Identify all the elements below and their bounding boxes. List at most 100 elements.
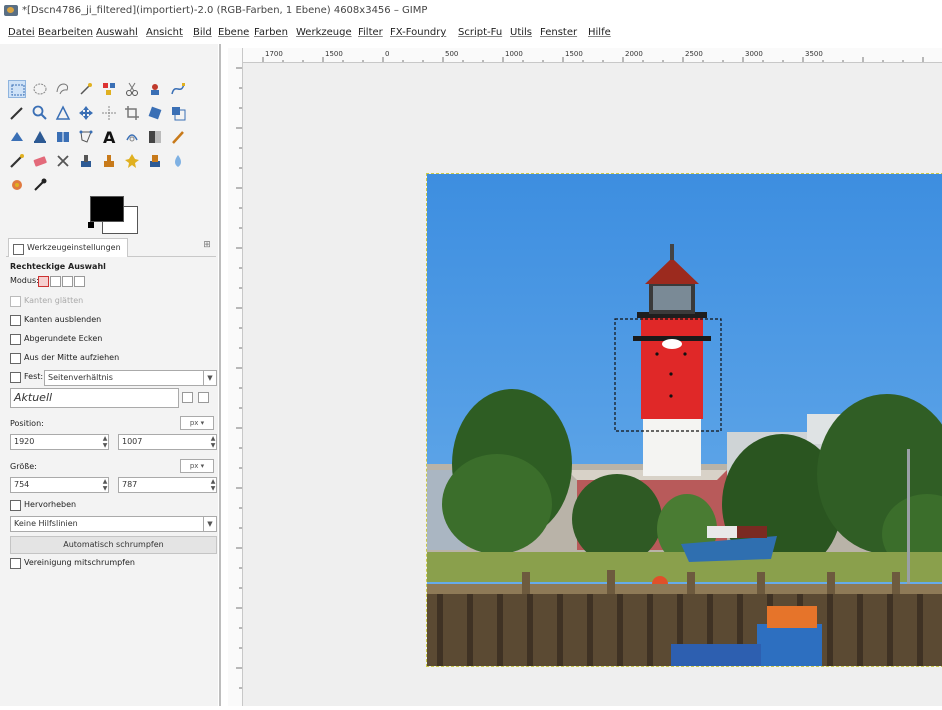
image-canvas[interactable] [243, 63, 942, 706]
fixed-mode-value: Seitenverhältnis [48, 373, 113, 382]
fuzzy-select-icon[interactable] [77, 80, 95, 98]
shrink-merged-checkbox[interactable] [10, 558, 21, 569]
bucket-fill-icon[interactable] [8, 128, 26, 146]
rotate-icon[interactable] [146, 104, 164, 122]
position-y-value: 1007 [122, 437, 143, 446]
align-icon[interactable] [100, 104, 118, 122]
warp-icon[interactable] [123, 128, 141, 146]
spin-arrows-icon[interactable]: ▲ ▼ [210, 435, 216, 449]
pencil-icon[interactable] [8, 104, 26, 122]
toolbox-panel: A Werkzeugeinstellungen ⊞ Rechteckige Au… [0, 44, 218, 706]
menu-datei[interactable]: Datei [8, 24, 35, 42]
menu-ebene[interactable]: Ebene [218, 24, 249, 42]
gradient-icon[interactable] [31, 128, 49, 146]
rounded-corners-checkbox[interactable] [10, 334, 21, 345]
position-unit-select[interactable]: px ▾ [180, 416, 214, 430]
highlight-label: Hervorheben [24, 500, 77, 509]
menu-ansicht[interactable]: Ansicht [146, 24, 183, 42]
airbrush-icon[interactable] [8, 152, 26, 170]
fg-bg-colors[interactable] [88, 194, 138, 234]
size-width-input[interactable]: 754 ▲ ▼ [10, 477, 109, 493]
chevron-down-icon: ▼ [203, 371, 216, 385]
paintbrush-icon[interactable] [169, 128, 187, 146]
feather-checkbox[interactable] [10, 315, 21, 326]
ruler-tick-label: 2500 [685, 50, 703, 58]
gimp-app-icon [4, 5, 18, 16]
guides-select[interactable]: Keine Hilfslinien ▼ [10, 516, 217, 532]
zoom-icon[interactable] [31, 104, 49, 122]
title-bar: *[Dscn4786_ji_filtered](importiert)-2.0 … [0, 0, 942, 22]
menu-script-fu[interactable]: Script-Fu [458, 24, 502, 42]
ruler-tick-label: 500 [445, 50, 458, 58]
menu-filter[interactable]: Filter [358, 24, 383, 42]
flip-icon[interactable] [54, 128, 72, 146]
lighthouse-photo[interactable] [426, 173, 942, 667]
eraser-icon[interactable] [31, 152, 49, 170]
paths-icon[interactable] [169, 80, 187, 98]
menu-bearbeiten[interactable]: Bearbeiten [38, 24, 93, 42]
eyedropper-icon[interactable] [31, 176, 49, 194]
default-colors-icon[interactable] [88, 222, 94, 228]
scissors-icon[interactable] [123, 80, 141, 98]
menu-hilfe[interactable]: Hilfe [588, 24, 611, 42]
menu-werkzeuge[interactable]: Werkzeuge [296, 24, 352, 42]
menu-fenster[interactable]: Fenster [540, 24, 577, 42]
mode-intersect-icon[interactable] [74, 276, 85, 287]
highlight-checkbox[interactable] [10, 500, 21, 511]
color-tool-icon[interactable] [8, 176, 26, 194]
size-height-input[interactable]: 787 ▲ ▼ [118, 477, 217, 493]
mode-subtract-icon[interactable] [62, 276, 73, 287]
fixed-mode-select[interactable]: Seitenverhältnis ▼ [44, 370, 217, 386]
color-picker-icon[interactable] [100, 80, 118, 98]
menu-auswahl[interactable]: Auswahl [96, 24, 138, 42]
vertical-ruler[interactable] [228, 48, 243, 706]
crop-icon[interactable] [123, 104, 141, 122]
position-y-input[interactable]: 1007 ▲ ▼ [118, 434, 217, 450]
window-title: *[Dscn4786_ji_filtered](importiert)-2.0 … [22, 5, 428, 16]
position-x-input[interactable]: 1920 ▲ ▼ [10, 434, 109, 450]
foreground-color-swatch[interactable] [90, 196, 124, 222]
foreground-select-icon[interactable] [146, 80, 164, 98]
mode-replace-icon[interactable] [38, 276, 49, 287]
auto-shrink-button[interactable]: Automatisch schrumpfen [10, 536, 217, 554]
menu-farben[interactable]: Farben [254, 24, 288, 42]
ruler-tick-label: 3000 [745, 50, 763, 58]
rect-select-icon[interactable] [8, 80, 26, 98]
portrait-icon[interactable] [182, 392, 193, 403]
ink-icon[interactable] [54, 152, 72, 170]
clone-icon[interactable] [77, 152, 95, 170]
aspect-ratio-field[interactable]: Aktuell [10, 388, 179, 408]
spin-arrows-icon[interactable]: ▲ ▼ [102, 478, 108, 492]
expand-from-center-checkbox[interactable] [10, 353, 21, 364]
mode-add-icon[interactable] [50, 276, 61, 287]
blur-icon[interactable] [146, 128, 164, 146]
fixed-checkbox[interactable] [10, 372, 21, 383]
scale-icon[interactable] [169, 104, 187, 122]
size-unit-select[interactable]: px ▾ [180, 459, 214, 473]
horizontal-ruler[interactable]: 1700 1500 0 500 1000 1500 2000 2500 3000… [243, 48, 942, 63]
menu-utils[interactable]: Utils [510, 24, 532, 42]
guides-value: Keine Hilfslinien [14, 519, 78, 528]
antialias-checkbox[interactable] [10, 296, 21, 307]
tab-menu-icon[interactable]: ⊞ [202, 241, 212, 250]
menu-bild[interactable]: Bild [193, 24, 212, 42]
landscape-icon[interactable] [198, 392, 209, 403]
free-select-icon[interactable] [54, 80, 72, 98]
menu-fx-foundry[interactable]: FX-Foundry [390, 24, 446, 42]
ruler-tick-label: 1700 [265, 50, 283, 58]
panel-divider[interactable] [219, 44, 221, 706]
move-icon[interactable] [77, 104, 95, 122]
spin-arrows-icon[interactable]: ▲ ▼ [210, 478, 216, 492]
dodge-icon[interactable] [169, 152, 187, 170]
ellipse-select-icon[interactable] [31, 80, 49, 98]
size-label: Größe: [10, 462, 37, 471]
perspective-clone-icon[interactable] [123, 152, 141, 170]
cage-icon[interactable] [77, 128, 95, 146]
text-icon[interactable]: A [100, 128, 118, 146]
smudge-icon[interactable] [146, 152, 164, 170]
menu-bar: Datei Bearbeiten Auswahl Ansicht Bild Eb… [0, 24, 942, 42]
heal-icon[interactable] [100, 152, 118, 170]
spin-arrows-icon[interactable]: ▲ ▼ [102, 435, 108, 449]
tab-tool-options[interactable]: Werkzeugeinstellungen [8, 238, 128, 257]
measure-icon[interactable] [54, 104, 72, 122]
